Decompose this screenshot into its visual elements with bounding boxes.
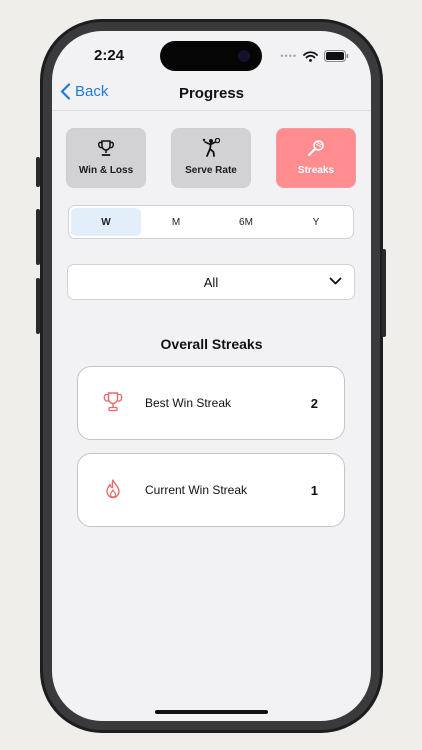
trophy-icon — [98, 140, 114, 156]
volume-down-button — [36, 278, 40, 334]
app-screen: 2:24 •••• Back Progress Win & Loss Serve… — [52, 31, 371, 721]
streak-value: 2 — [310, 396, 318, 411]
tab-label: Win & Loss — [78, 165, 134, 176]
tab-serve-rate[interactable]: Serve Rate — [171, 128, 251, 188]
navigation-bar: Back Progress — [52, 79, 371, 111]
home-indicator[interactable] — [155, 710, 268, 714]
power-button — [382, 249, 386, 337]
camera-icon — [238, 50, 250, 62]
streak-label: Best Win Streak — [145, 396, 232, 410]
section-title: Overall Streaks — [160, 336, 263, 352]
battery-icon — [324, 50, 349, 62]
status-icons: •••• — [280, 50, 349, 62]
dynamic-island — [160, 41, 262, 71]
filter-dropdown[interactable]: All — [67, 264, 355, 300]
streak-value: 1 — [310, 483, 318, 498]
period-segmented-control: W M 6M Y — [68, 205, 354, 239]
best-win-streak-card: Best Win Streak 2 — [77, 366, 345, 440]
wifi-icon — [303, 50, 318, 62]
current-win-streak-card: Current Win Streak 1 — [77, 453, 345, 527]
tab-label: Streaks — [297, 165, 335, 176]
page-title: Progress — [178, 85, 245, 102]
signal-icon: •••• — [280, 51, 297, 61]
flame-icon — [106, 479, 120, 499]
segment-year[interactable]: Y — [281, 208, 351, 236]
volume-up-button — [36, 209, 40, 265]
tennis-racket-icon — [307, 140, 324, 157]
tab-label: Serve Rate — [185, 165, 237, 176]
chevron-down-icon — [329, 277, 342, 285]
tab-win-loss[interactable]: Win & Loss — [66, 128, 146, 188]
trophy-icon — [103, 392, 123, 412]
segment-6-months[interactable]: 6M — [211, 208, 281, 236]
dropdown-value: All — [203, 275, 219, 290]
mute-switch — [36, 157, 40, 187]
tab-streaks[interactable]: Streaks — [276, 128, 356, 188]
status-time: 2:24 — [94, 47, 125, 64]
segment-week[interactable]: W — [71, 208, 141, 236]
segment-month[interactable]: M — [141, 208, 211, 236]
streak-label: Current Win Streak — [145, 483, 248, 497]
tennis-serve-icon — [202, 138, 221, 157]
